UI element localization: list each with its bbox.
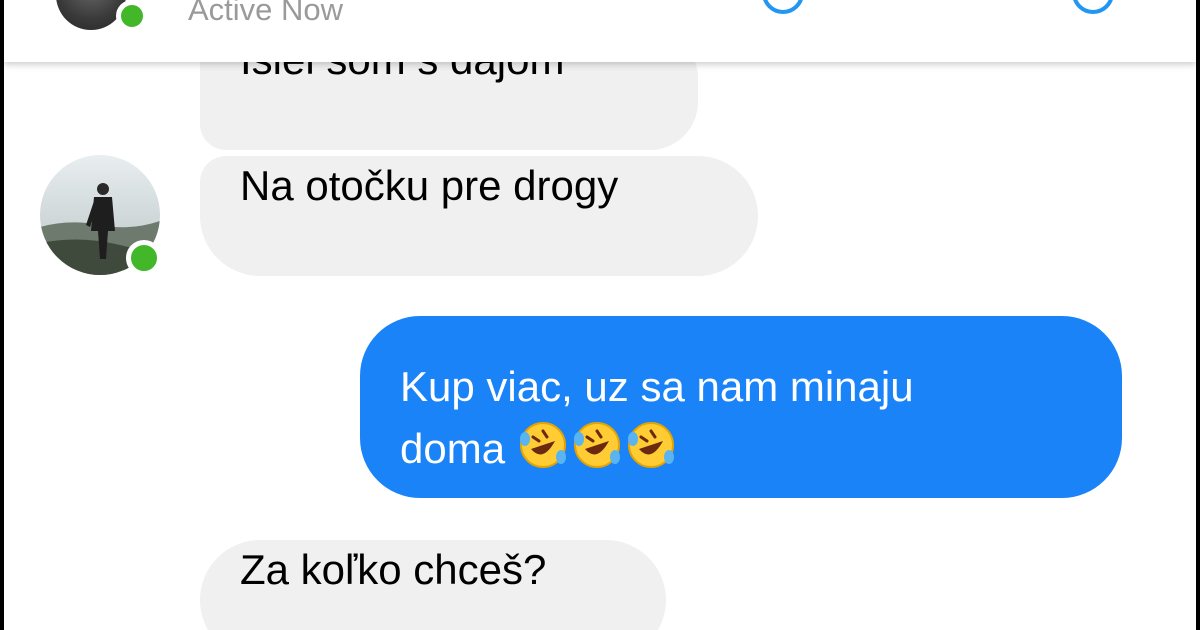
message-text: doma <box>400 425 506 472</box>
rolling-on-floor-laughing-emoji <box>519 422 566 468</box>
message-bubble-incoming[interactable]: Za koľko chceš? <box>200 540 666 630</box>
active-status: Active Now <box>188 0 344 27</box>
rolling-on-floor-laughing-emoji <box>627 422 674 468</box>
message-text: Kup viac, uz sa nam minaju <box>400 363 914 410</box>
chat-screen: Active Now Išiel som s dajom Na otočku p… <box>4 0 1196 630</box>
emoji-group <box>517 422 679 472</box>
online-indicator <box>116 0 148 32</box>
online-indicator <box>126 240 162 276</box>
chat-header: Active Now <box>4 0 1196 62</box>
video-camera-icon[interactable] <box>1072 0 1114 14</box>
message-bubble-outgoing[interactable]: Kup viac, uz sa nam minaju doma <box>360 316 1122 498</box>
phone-icon[interactable] <box>762 0 804 14</box>
rolling-on-floor-laughing-emoji <box>573 422 620 468</box>
message-bubble-incoming[interactable]: Na otočku pre drogy <box>200 156 758 276</box>
